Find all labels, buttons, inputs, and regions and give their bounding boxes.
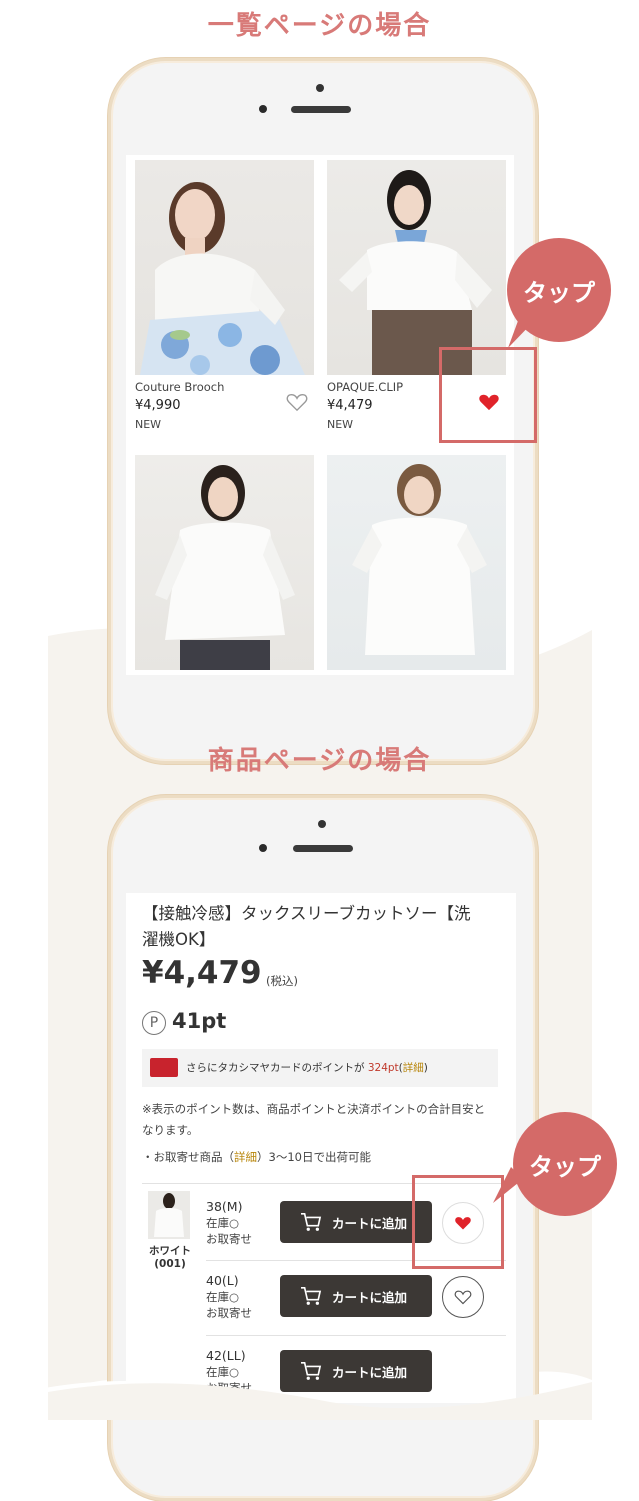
section-heading-list: 一覧ページの場合	[207, 11, 432, 41]
card-banner-text: さらにタカシマヤカードのポイントが 324pt(詳細)	[186, 1060, 428, 1075]
product-price-2: ¥4,479	[327, 398, 373, 413]
color-swatch-image[interactable]	[148, 1191, 190, 1239]
cart-icon	[301, 1213, 322, 1231]
stock-label: 在庫○	[206, 1290, 240, 1304]
color-name-label: ホワイト	[149, 1245, 191, 1257]
size-label: 40(L)	[206, 1273, 239, 1288]
order-label: お取寄せ	[206, 1232, 252, 1246]
color-name: ホワイト (001)	[142, 1245, 198, 1271]
shipping-detail-link[interactable]: 詳細	[234, 1150, 257, 1164]
points-notice-line2: なります。	[142, 1123, 199, 1137]
speaker-grille	[293, 845, 353, 852]
product-price-1: ¥4,990	[135, 398, 181, 413]
card-banner-points: 324pt	[367, 1062, 399, 1074]
product-new-tag-1: NEW	[135, 418, 162, 431]
sensor-dot	[318, 820, 326, 828]
product-title-line1: 【接触冷感】タックスリーブカットソー【洗	[142, 904, 471, 923]
product-image-4[interactable]	[327, 455, 506, 670]
favorite-button[interactable]	[442, 1276, 484, 1318]
heart-outline-icon	[454, 1290, 472, 1305]
shipping-note: ・お取寄せ商品（詳細）3〜10日で出荷可能	[142, 1149, 371, 1165]
product-title-line2: 濯機OK】	[142, 930, 216, 949]
color-swatch-photo	[154, 1193, 184, 1237]
point-icon-letter: P	[149, 1015, 159, 1031]
tap-callout-detail: タップ	[513, 1112, 617, 1216]
add-to-cart-button[interactable]: カートに追加	[280, 1275, 432, 1317]
shipping-suffix: ）3〜10日で出荷可能	[257, 1150, 371, 1164]
shipping-prefix: ・お取寄せ商品（	[142, 1150, 234, 1164]
add-to-cart-label: カートに追加	[332, 1289, 408, 1305]
order-label: お取寄せ	[206, 1306, 252, 1320]
point-icon: P	[142, 1011, 166, 1035]
stock-label: 在庫○	[206, 1216, 240, 1230]
product-image-2[interactable]	[327, 160, 506, 375]
tap-callout-list: タップ	[507, 238, 611, 342]
points-notice-line1: ※表示のポイント数は、商品ポイントと決済ポイントの合計目安と	[142, 1102, 486, 1116]
camera-icon	[259, 844, 267, 852]
size-row-1-info: 38(M) 在庫○ お取寄せ	[206, 1199, 252, 1247]
product-brand-2: OPAQUE.CLIP	[327, 380, 404, 394]
row-divider	[206, 1335, 506, 1336]
cart-icon	[301, 1287, 322, 1305]
detail-screen: 【接触冷感】タックスリーブカットソー【洗 濯機OK】 ¥4,479 (税込) P…	[126, 893, 516, 1403]
section-heading-detail: 商品ページの場合	[207, 746, 432, 776]
add-to-cart-button[interactable]: カートに追加	[280, 1201, 432, 1243]
speaker-grille	[291, 106, 351, 113]
card-banner-detail-link[interactable]: 詳細	[403, 1062, 424, 1074]
bottom-wave	[0, 1380, 639, 1420]
add-to-cart-label: カートに追加	[332, 1215, 408, 1231]
heart-outline-icon[interactable]	[286, 392, 308, 412]
highlight-box-list	[439, 347, 537, 443]
product-image-1[interactable]	[135, 160, 314, 375]
camera-icon	[259, 105, 267, 113]
tax-note: (税込)	[266, 974, 298, 988]
points-notice: ※表示のポイント数は、商品ポイントと決済ポイントの合計目安と なります。	[142, 1099, 512, 1141]
card-points-banner: さらにタカシマヤカードのポイントが 324pt(詳細)	[142, 1049, 498, 1087]
color-code-label: (001)	[154, 1258, 186, 1270]
product-image-3[interactable]	[135, 455, 314, 670]
highlight-box-detail	[412, 1175, 504, 1269]
product-new-tag-2: NEW	[327, 418, 354, 431]
product-price: ¥4,479	[142, 955, 262, 991]
size-row-2-info: 40(L) 在庫○ お取寄せ	[206, 1273, 252, 1321]
card-banner-paren-close: )	[423, 1062, 428, 1074]
card-banner-prefix: さらにタカシマヤカードのポイントが	[186, 1062, 365, 1074]
product-photo-3	[155, 465, 295, 670]
product-photo-2	[339, 170, 492, 375]
sensor-dot	[316, 84, 324, 92]
size-label: 38(M)	[206, 1199, 243, 1214]
points-value: 41pt	[172, 1009, 227, 1033]
takashimaya-card-icon	[150, 1058, 178, 1077]
product-brand-1: Couture Brooch	[135, 380, 225, 394]
product-photo-1	[140, 182, 305, 375]
product-photo-4	[352, 464, 487, 655]
product-title: 【接触冷感】タックスリーブカットソー【洗 濯機OK】	[142, 901, 512, 953]
